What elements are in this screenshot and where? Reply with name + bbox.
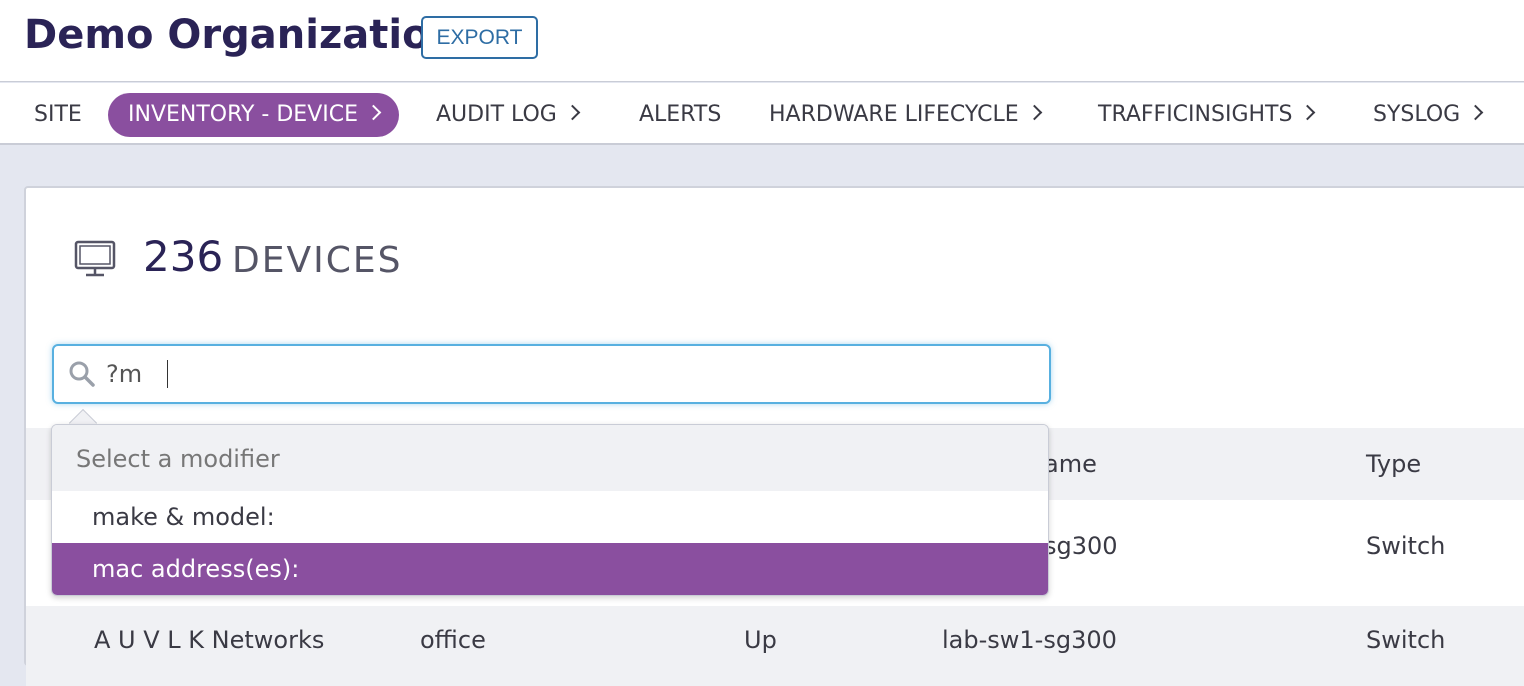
device-count-label: DEVICES xyxy=(232,240,403,281)
device-count: 236 xyxy=(143,232,224,281)
chevron-right-icon xyxy=(1026,104,1042,121)
cell-status: Up xyxy=(744,626,777,654)
cell-type: Switch xyxy=(1366,626,1446,654)
tab-audit-log[interactable]: AUDIT LOG xyxy=(436,93,581,137)
tab-label: HARDWARE LIFECYCLE xyxy=(769,102,1019,127)
column-header-type[interactable]: Type xyxy=(1366,450,1421,478)
cell-name: sg300 xyxy=(1044,532,1118,560)
tab-label: AUDIT LOG xyxy=(436,102,557,127)
tab-hardware-lifecycle[interactable]: HARDWARE LIFECYCLE xyxy=(769,93,1042,137)
nav-tabs: SITE INVENTORY - DEVICE AUDIT LOG ALERTS… xyxy=(0,83,1524,145)
table-row[interactable]: A U V L K Networks office Up lab-sw1-sg3… xyxy=(26,606,1524,686)
export-button[interactable]: EXPORT xyxy=(421,16,538,59)
search-input[interactable] xyxy=(106,354,1006,394)
tab-trafficinsights[interactable]: TRAFFICINSIGHTS xyxy=(1098,93,1316,137)
tab-alerts[interactable]: ALERTS xyxy=(639,93,721,137)
cell-name: lab-sw1-sg300 xyxy=(942,626,1117,654)
page-header: Demo Organization EXPORT xyxy=(0,0,1524,82)
chevron-right-icon xyxy=(1300,104,1316,121)
modifier-option-make-model[interactable]: make & model: xyxy=(52,491,1048,543)
tab-label: TRAFFICINSIGHTS xyxy=(1098,102,1293,127)
page-title: Demo Organization xyxy=(24,12,459,58)
tab-site[interactable]: SITE xyxy=(34,93,82,137)
chevron-right-icon xyxy=(564,104,581,121)
text-caret xyxy=(167,360,168,388)
modifier-dropdown: Select a modifier make & model: mac addr… xyxy=(51,424,1049,596)
tab-label: SITE xyxy=(34,102,82,127)
monitor-icon xyxy=(74,240,116,277)
search-box[interactable] xyxy=(52,344,1051,404)
chevron-right-icon xyxy=(365,104,382,121)
cell-site: office xyxy=(420,626,486,654)
dropdown-header: Select a modifier xyxy=(52,425,1048,491)
tab-label: ALERTS xyxy=(639,102,722,127)
cell-type: Switch xyxy=(1366,532,1446,560)
cell-make: A U V L K Networks xyxy=(94,626,325,654)
tab-label: INVENTORY - DEVICE xyxy=(128,102,358,127)
chevron-right-icon xyxy=(1467,104,1484,121)
modifier-option-mac-address[interactable]: mac address(es): xyxy=(52,543,1048,595)
column-header-name[interactable]: ame xyxy=(1044,450,1097,478)
search-icon xyxy=(69,361,95,387)
tab-inventory-device[interactable]: INVENTORY - DEVICE xyxy=(108,93,399,137)
tab-syslog[interactable]: SYSLOG xyxy=(1373,93,1484,137)
tab-label: SYSLOG xyxy=(1373,102,1461,127)
